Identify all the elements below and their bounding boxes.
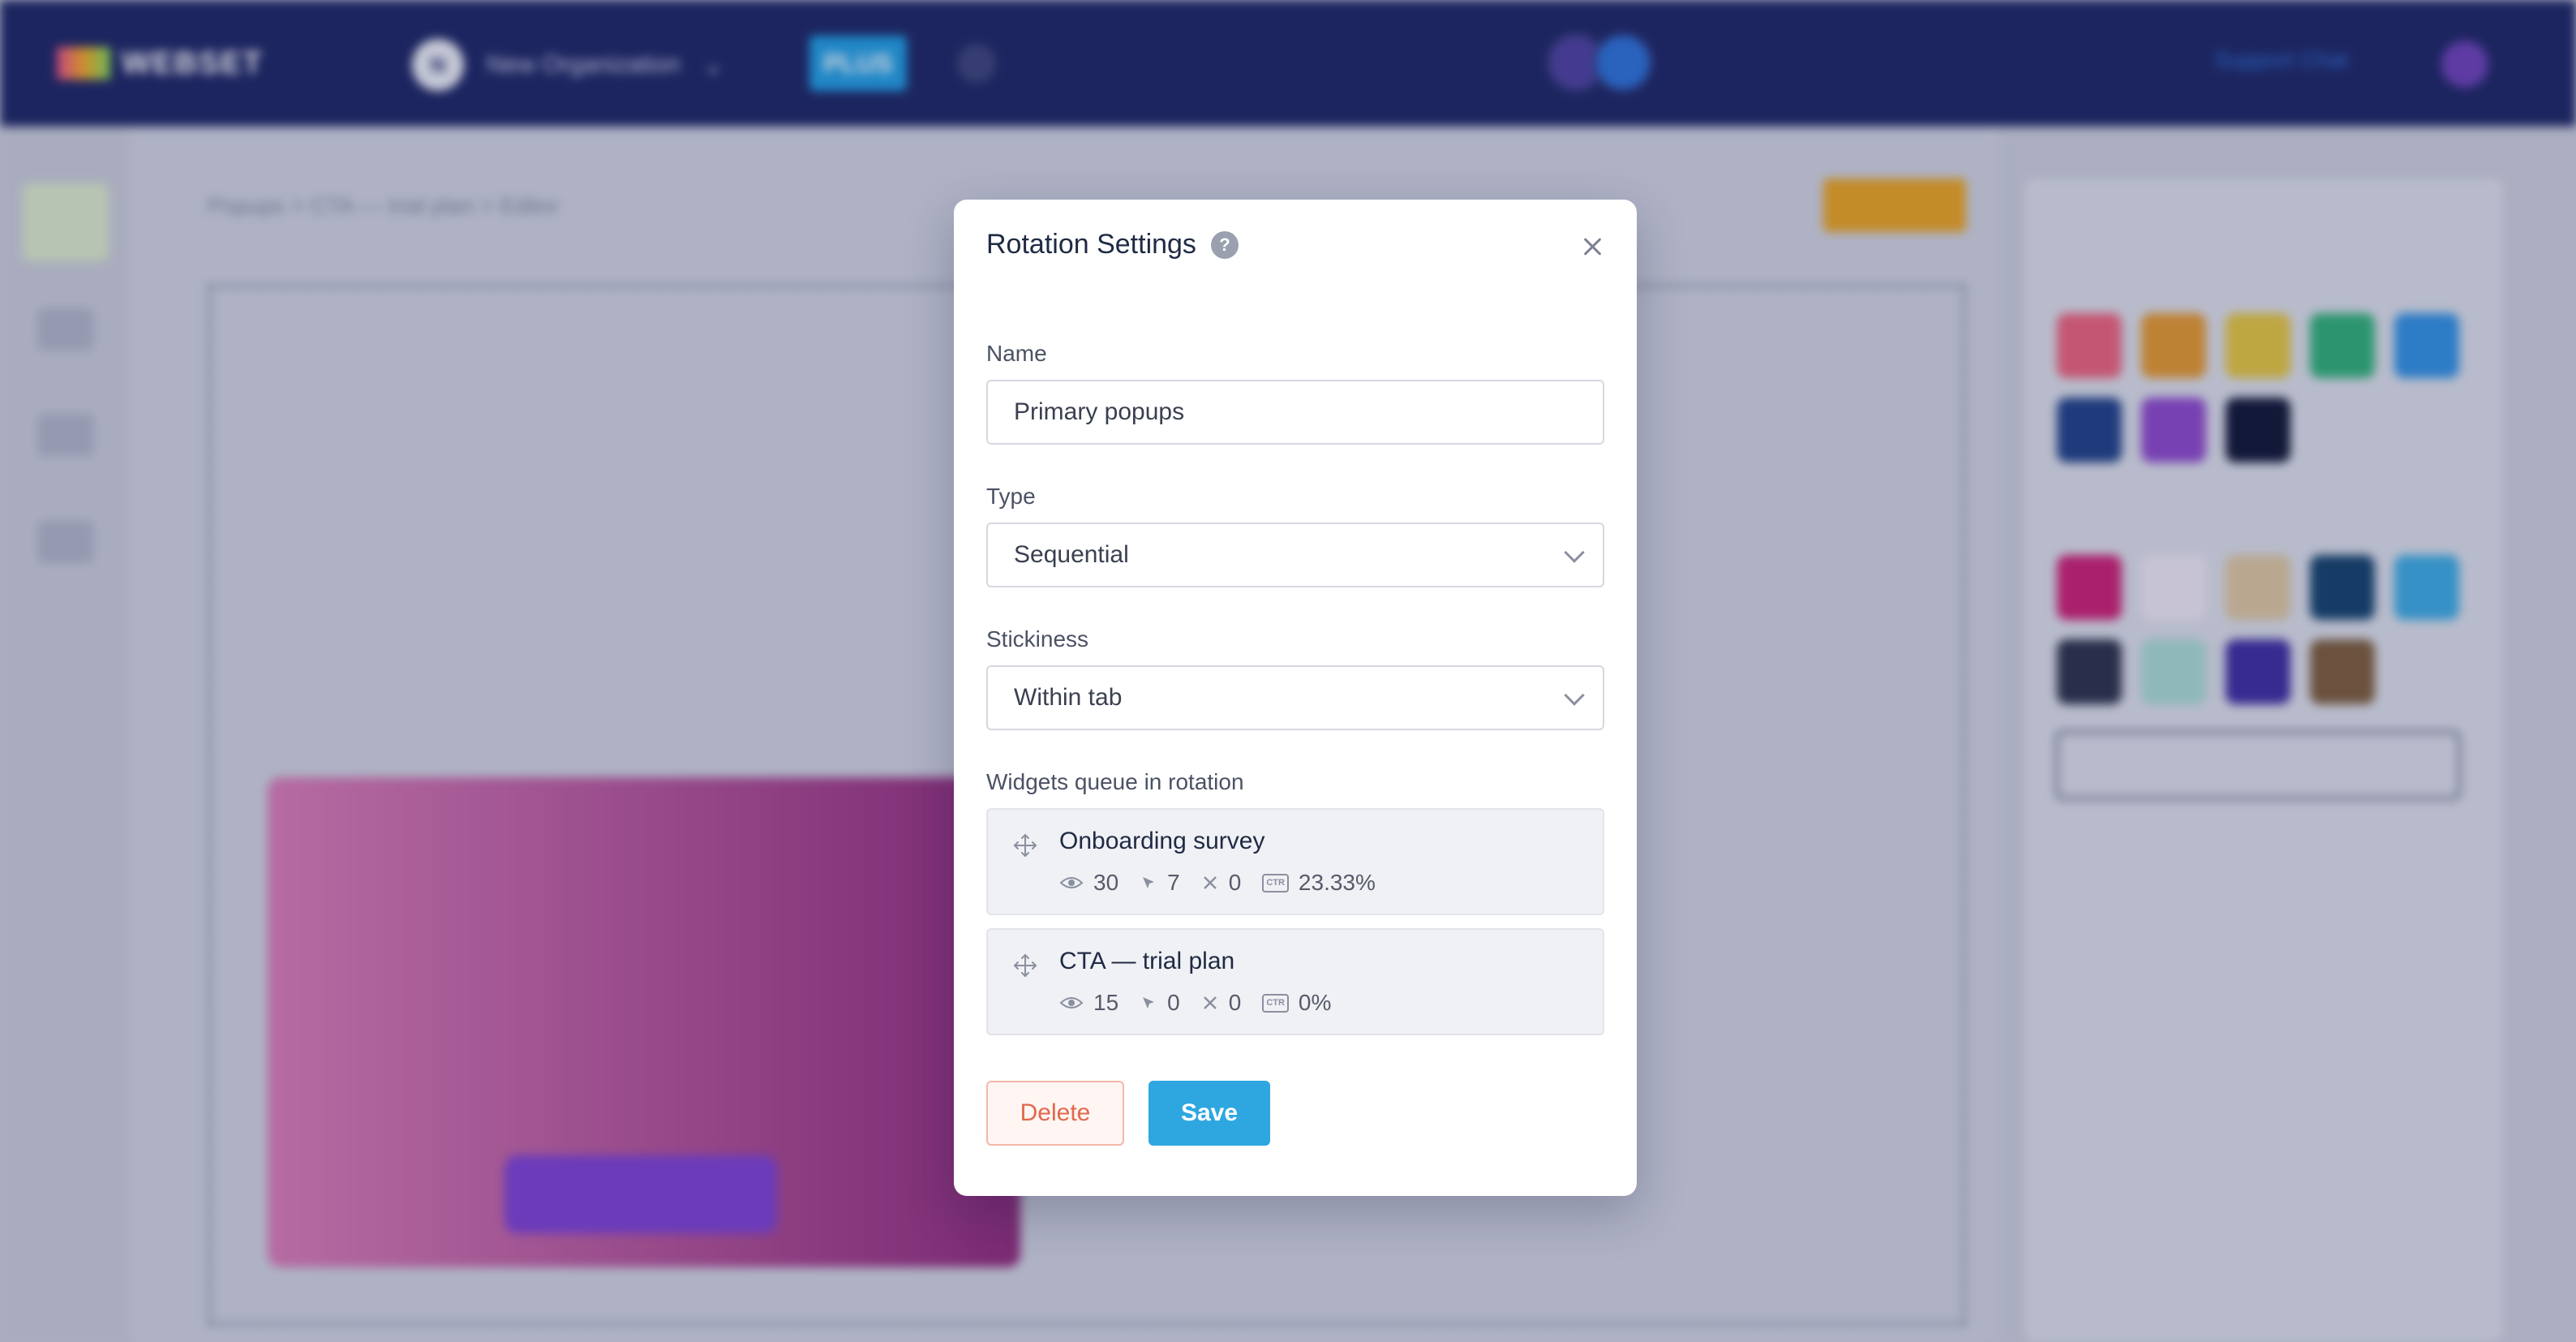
dialog-title: Rotation Settings	[986, 229, 1196, 260]
views-value: 15	[1093, 990, 1119, 1015]
ctr-icon: CTR	[1262, 873, 1289, 893]
save-button[interactable]: Save	[1148, 1081, 1270, 1146]
queue-item-stats: 15 0 0 CTR 0%	[1059, 990, 1352, 1016]
clicks-stat: 7	[1140, 870, 1180, 896]
queue-item-name: CTA — trial plan	[1059, 948, 1235, 974]
rotation-settings-dialog: Rotation Settings ? Name Primary popups …	[954, 200, 1637, 1196]
closes-value: 0	[1228, 870, 1242, 895]
queue-label: Widgets queue in rotation	[986, 769, 1244, 794]
eye-icon	[1059, 997, 1084, 1009]
ctr-stat: CTR 23.33%	[1262, 870, 1376, 896]
queue-item-stats: 30 7 0 CTR 23.33%	[1059, 870, 1397, 896]
dialog-header: Rotation Settings ?	[986, 229, 1239, 260]
closes-value: 0	[1228, 990, 1242, 1015]
closes-stat: 0	[1201, 870, 1242, 896]
ctr-value: 0%	[1298, 990, 1332, 1015]
queue-item-cta-trial-plan[interactable]: CTA — trial plan 15 0 0 CTR 0%	[986, 928, 1604, 1035]
ctr-value: 23.33%	[1298, 870, 1376, 895]
type-select[interactable]: Sequential	[986, 523, 1604, 587]
stickiness-label: Stickiness	[986, 626, 1089, 652]
queue-item-name: Onboarding survey	[1059, 828, 1265, 854]
cursor-click-icon	[1143, 877, 1155, 888]
stickiness-select[interactable]: Within tab	[986, 665, 1604, 730]
ctr-icon: CTR	[1262, 993, 1289, 1013]
views-stat: 30	[1059, 870, 1118, 896]
chevron-down-icon	[1564, 542, 1585, 563]
close-icon[interactable]	[1580, 234, 1606, 260]
clicks-stat: 0	[1140, 990, 1180, 1016]
closes-stat: 0	[1201, 990, 1242, 1016]
name-label: Name	[986, 341, 1047, 366]
drag-handle-icon[interactable]	[1012, 832, 1038, 858]
clicks-value: 0	[1167, 990, 1180, 1015]
stickiness-select-value: Within tab	[1014, 684, 1123, 711]
ctr-stat: CTR 0%	[1262, 990, 1331, 1016]
eye-icon	[1059, 877, 1084, 888]
cursor-click-icon	[1143, 997, 1155, 1009]
queue-item-onboarding-survey[interactable]: Onboarding survey 30 7 0 CTR 23.33%	[986, 808, 1604, 915]
delete-button[interactable]: Delete	[986, 1081, 1124, 1146]
name-input[interactable]: Primary popups	[986, 380, 1604, 445]
chevron-down-icon	[1564, 685, 1585, 706]
name-input-value: Primary popups	[1014, 398, 1185, 425]
type-label: Type	[986, 484, 1036, 509]
close-x-icon	[1203, 996, 1217, 1009]
close-x-icon	[1203, 876, 1217, 889]
drag-handle-icon[interactable]	[1012, 953, 1038, 979]
views-value: 30	[1093, 870, 1119, 895]
views-stat: 15	[1059, 990, 1118, 1016]
clicks-value: 7	[1167, 870, 1180, 895]
help-icon[interactable]: ?	[1210, 230, 1239, 259]
type-select-value: Sequential	[1014, 541, 1129, 568]
